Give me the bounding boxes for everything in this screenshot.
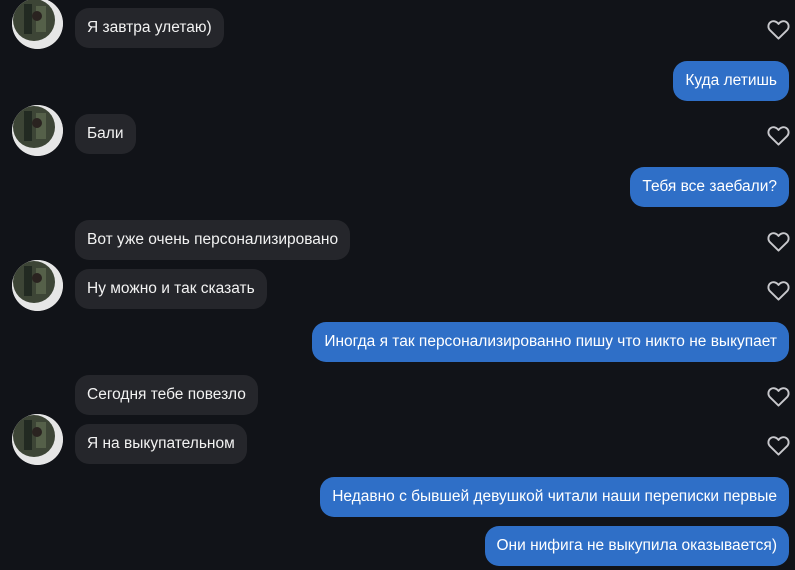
avatar-photo: [12, 0, 63, 49]
heart-outline-icon[interactable]: [767, 231, 790, 252]
heart-outline-icon[interactable]: [767, 125, 790, 146]
outgoing-message[interactable]: Они нифига не выкупила оказывается): [484, 526, 789, 566]
avatar-photo: [12, 414, 63, 465]
avatar-photo: [12, 105, 63, 156]
heart-outline-icon[interactable]: [767, 435, 790, 456]
heart-outline-icon[interactable]: [767, 19, 790, 40]
incoming-message[interactable]: Я на выкупательном: [75, 424, 247, 464]
heart-outline-icon[interactable]: [767, 280, 790, 301]
contact-avatar[interactable]: [12, 260, 63, 311]
incoming-message[interactable]: Сегодня тебе повезло: [75, 375, 258, 415]
incoming-message[interactable]: Бали: [75, 114, 136, 154]
outgoing-message[interactable]: Недавно с бывшей девушкой читали наши пе…: [320, 477, 789, 517]
outgoing-message[interactable]: Иногда я так персонализированно пишу что…: [312, 322, 789, 362]
contact-avatar[interactable]: [12, 414, 63, 465]
incoming-message[interactable]: Вот уже очень персонализировано: [75, 220, 351, 260]
incoming-message[interactable]: Я завтра улетаю): [75, 8, 224, 48]
outgoing-message[interactable]: Куда летишь: [673, 61, 789, 101]
contact-avatar[interactable]: [12, 0, 63, 49]
heart-outline-icon[interactable]: [767, 386, 790, 407]
avatar-photo: [12, 260, 63, 311]
incoming-message[interactable]: Ну можно и так сказать: [75, 269, 267, 309]
outgoing-message[interactable]: Тебя все заебали?: [630, 167, 789, 207]
contact-avatar[interactable]: [12, 105, 63, 156]
